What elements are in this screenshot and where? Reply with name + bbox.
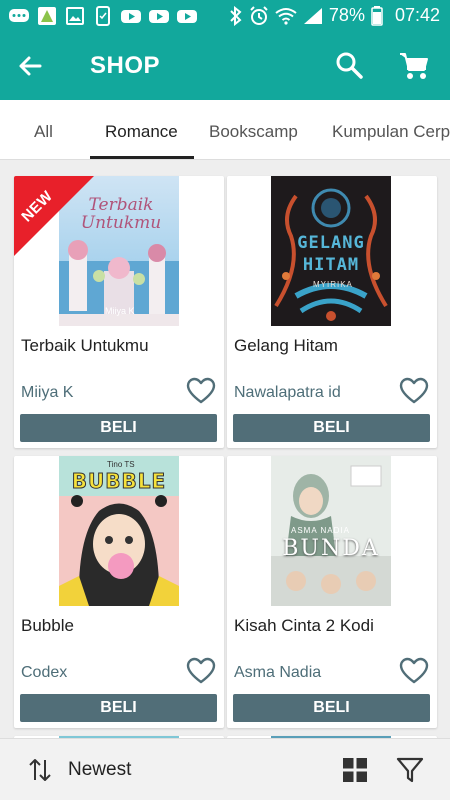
page-title: SHOP bbox=[90, 52, 161, 79]
grid-view-icon[interactable] bbox=[343, 758, 367, 782]
cart-icon[interactable] bbox=[398, 50, 430, 82]
app-bar: SHOP bbox=[0, 32, 450, 100]
book-cover: GELANG HITAM MYIRIKA bbox=[271, 176, 391, 326]
product-card[interactable]: GELANG HITAM MYIRIKA Gelang Hitam Nawala… bbox=[227, 176, 437, 448]
notification-icons bbox=[8, 6, 198, 26]
system-indicators: 78% 07:42 bbox=[229, 5, 440, 26]
alarm-icon bbox=[250, 5, 268, 25]
heart-icon[interactable] bbox=[186, 377, 216, 405]
cover-title: BUNDA bbox=[282, 536, 380, 561]
youtube-notification-icon-3 bbox=[177, 10, 197, 23]
active-tab-indicator bbox=[90, 156, 194, 159]
category-tabs: All Romance Bookscamp Kumpulan Cerpen bbox=[0, 100, 450, 160]
search-icon[interactable] bbox=[334, 50, 364, 80]
youtube-notification-icon-2 bbox=[149, 10, 169, 23]
buy-button[interactable]: BELI bbox=[20, 414, 217, 442]
phone-notification-icon bbox=[96, 6, 110, 26]
product-author: Codex bbox=[21, 664, 68, 681]
sort-dropdown-label[interactable]: Newest bbox=[68, 759, 131, 781]
tab-kumpulan-cerpen[interactable]: Kumpulan Cerpen bbox=[332, 122, 450, 142]
product-title[interactable]: Terbaik Untukmu bbox=[21, 336, 149, 356]
bluetooth-icon bbox=[230, 5, 242, 26]
product-title[interactable]: Bubble bbox=[21, 616, 74, 636]
product-title[interactable]: Kisah Cinta 2 Kodi bbox=[234, 616, 374, 636]
buy-button[interactable]: BELI bbox=[233, 414, 430, 442]
product-title[interactable]: Gelang Hitam bbox=[234, 336, 338, 356]
battery-icon bbox=[371, 5, 383, 26]
cover-author: Miiya K bbox=[105, 306, 135, 316]
youtube-notification-icon-1 bbox=[121, 10, 141, 23]
cover-title: BUBBLE bbox=[71, 469, 167, 494]
buy-button[interactable]: BELI bbox=[233, 694, 430, 722]
heart-icon[interactable] bbox=[399, 657, 429, 685]
book-cover: Tino TS BUBBLE bbox=[59, 456, 179, 606]
tab-romance[interactable]: Romance bbox=[105, 122, 178, 142]
wifi-icon bbox=[275, 7, 297, 25]
product-grid: Terbaik Untukmu Miiya K NEW Terbaik Untu… bbox=[0, 160, 450, 738]
back-arrow-icon[interactable] bbox=[14, 50, 46, 82]
product-author: Miiya K bbox=[21, 384, 74, 401]
product-card[interactable]: ASMA NADIA BUNDA Kisah Cinta 2 Kodi Asma… bbox=[227, 456, 437, 728]
cover-author: Tino TS bbox=[107, 460, 135, 469]
clock: 07:42 bbox=[394, 5, 440, 25]
cover-title: GELANG HITAM bbox=[297, 233, 365, 275]
product-author: Asma Nadia bbox=[234, 664, 322, 681]
tab-all[interactable]: All bbox=[34, 122, 53, 142]
chat-notification-icon bbox=[9, 9, 29, 22]
product-author: Nawalapatra id bbox=[234, 384, 341, 401]
sort-icon[interactable] bbox=[28, 757, 52, 783]
battery-percent: 78% bbox=[328, 5, 365, 25]
sort-filter-bar: Newest bbox=[0, 738, 450, 800]
cover-author: MYIRIKA bbox=[313, 280, 353, 289]
book-cover: ASMA NADIA BUNDA bbox=[271, 456, 391, 606]
heart-icon[interactable] bbox=[186, 657, 216, 685]
tab-bookscamp[interactable]: Bookscamp bbox=[209, 122, 298, 142]
signal-icon bbox=[303, 7, 322, 24]
buy-button[interactable]: BELI bbox=[20, 694, 217, 722]
image-notification-icon bbox=[66, 7, 84, 25]
app-notification-icon bbox=[38, 7, 56, 25]
product-card[interactable]: Tino TS BUBBLE Bubble Codex BELI bbox=[14, 456, 224, 728]
product-card[interactable]: Terbaik Untukmu Miiya K NEW Terbaik Untu… bbox=[14, 176, 224, 448]
filter-icon[interactable] bbox=[396, 756, 424, 784]
cover-author: ASMA NADIA bbox=[291, 526, 350, 535]
heart-icon[interactable] bbox=[399, 377, 429, 405]
status-bar: 78% 07:42 bbox=[0, 0, 450, 32]
